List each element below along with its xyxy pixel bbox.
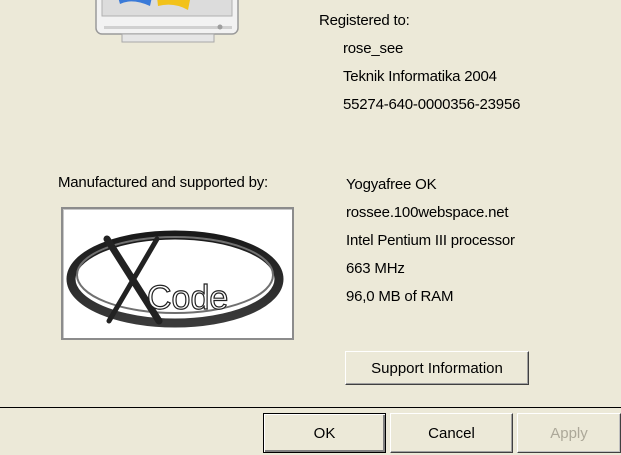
processor-info: Intel Pentium III processor [346, 232, 515, 249]
apply-button[interactable]: Apply [517, 413, 621, 453]
oem-logo-frame: Code [61, 207, 294, 340]
manufacturer-name: Yogyafree OK [346, 176, 437, 193]
cancel-button[interactable]: Cancel [390, 413, 513, 453]
registered-user: rose_see [343, 40, 404, 57]
general-tab-panel: Registered to: rose_see Teknik Informati… [0, 0, 621, 409]
registered-organization: Teknik Informatika 2004 [343, 68, 497, 85]
product-id: 55274-640-0000356-23956 [343, 96, 521, 113]
processor-speed: 663 MHz [346, 260, 405, 277]
dialog-button-bar: OK Cancel Apply [0, 409, 621, 455]
manufacturer-heading: Manufactured and supported by: [58, 174, 268, 191]
manufacturer-website: rossee.100webspace.net [346, 204, 509, 221]
logo-text: Code [147, 279, 228, 317]
memory-info: 96,0 MB of RAM [346, 288, 454, 305]
computer-monitor-icon [95, 0, 239, 43]
dialog-divider [0, 407, 621, 408]
xcode-logo: Code [66, 230, 284, 328]
registered-to-heading: Registered to: [319, 12, 410, 29]
support-information-button[interactable]: Support Information [345, 351, 529, 385]
ok-button[interactable]: OK [263, 413, 386, 453]
